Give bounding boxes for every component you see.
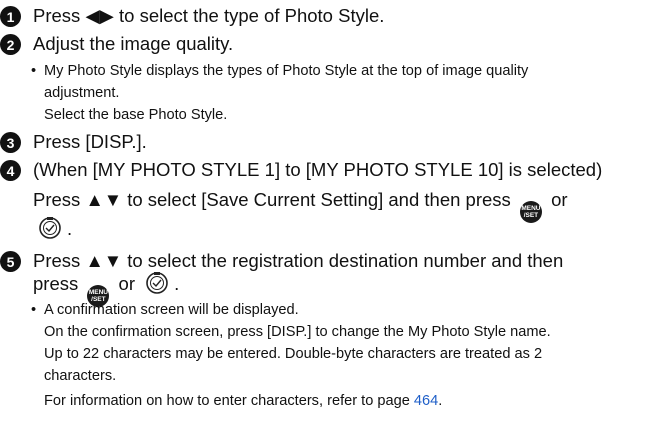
step-number-1: 1: [0, 6, 21, 27]
step-2-bullet-cont: adjustment.: [44, 85, 120, 101]
step-3-text: Press [DISP.].: [33, 131, 147, 152]
control-dial-icon: [144, 271, 170, 302]
step-1-text: Press ◀▶ to select the type of Photo Sty…: [33, 5, 385, 26]
step-4-line2: Press ▲▼ to select [Save Current Setting…: [33, 187, 568, 223]
manual-page: 1 Press ◀▶ to select the type of Photo S…: [0, 0, 656, 431]
step-2-note: Select the base Photo Style.: [44, 107, 228, 123]
step-number-3: 3: [0, 132, 21, 153]
step-4-line1: (When [MY PHOTO STYLE 1] to [MY PHOTO ST…: [33, 159, 603, 180]
step-5-detail-1: On the confirmation screen, press [DISP.…: [44, 324, 551, 340]
bullet-dot: •: [31, 302, 37, 318]
step-5-reference: For information on how to enter characte…: [44, 393, 443, 409]
step-4: 4: [0, 159, 21, 181]
step-3: 3: [0, 131, 21, 153]
step-5-detail-2: Up to 22 characters may be entered. Doub…: [44, 346, 543, 362]
left-right-arrow-icon: ◀▶: [85, 5, 114, 26]
step-5-bullet: A confirmation screen will be displayed.: [44, 302, 299, 318]
step-2-text: Adjust the image quality.: [33, 33, 234, 54]
control-dial-icon: [37, 216, 63, 247]
step-1: 1: [0, 5, 21, 27]
step-2-bullet: My Photo Style displays the types of Pho…: [44, 63, 529, 79]
step-2: 2: [0, 33, 21, 55]
step-5-detail-3: characters.: [44, 368, 117, 384]
step-number-2: 2: [0, 34, 21, 55]
up-down-arrow-icon: ▲▼: [85, 189, 123, 210]
step-number-5: 5: [0, 251, 21, 272]
up-down-arrow-icon: ▲▼: [85, 250, 123, 271]
menu-set-button-icon: MENU/SET: [519, 201, 542, 223]
bullet-dot: •: [31, 63, 37, 79]
step-5: 5: [0, 250, 21, 272]
step-4-line3: .: [33, 216, 72, 247]
page-link[interactable]: 464: [414, 393, 438, 409]
step-number-4: 4: [0, 160, 21, 181]
